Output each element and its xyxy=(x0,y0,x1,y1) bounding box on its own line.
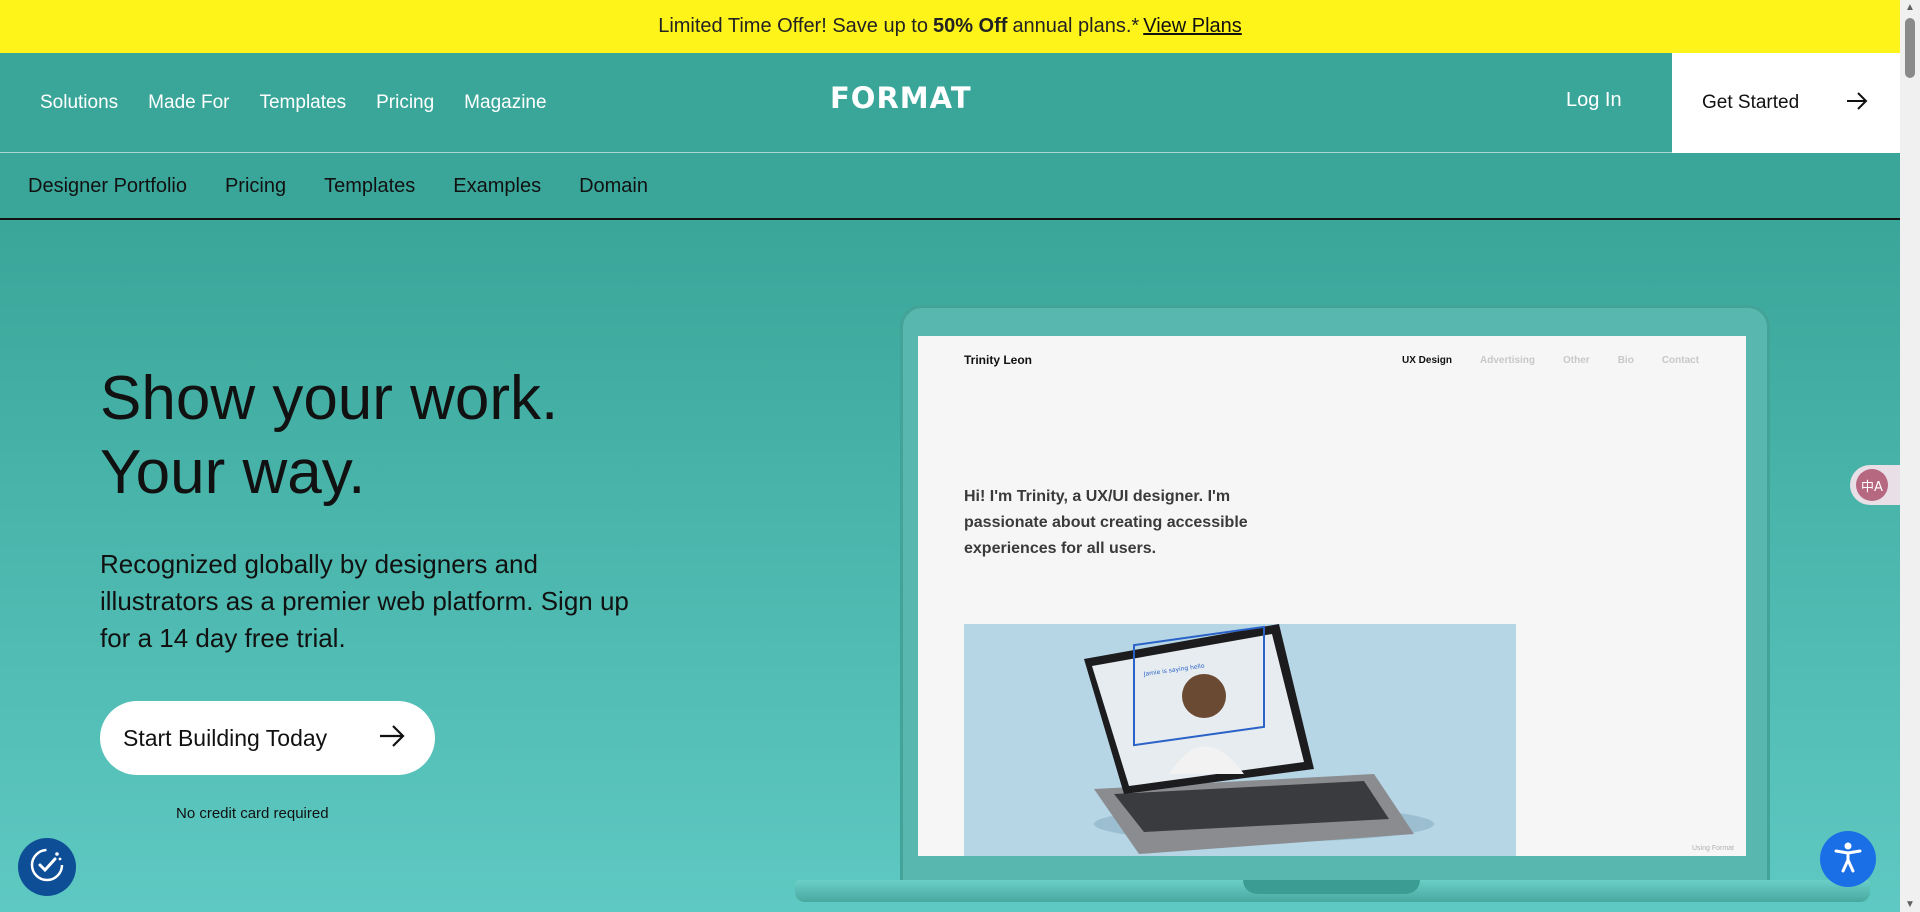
promo-text-after: annual plans.* xyxy=(1012,15,1140,37)
start-building-button[interactable]: Start Building Today xyxy=(100,701,435,775)
arrow-right-icon xyxy=(1846,89,1868,117)
page-scrollbar[interactable]: ▲ ▼ xyxy=(1900,0,1920,912)
login-link[interactable]: Log In xyxy=(1566,89,1622,112)
no-credit-card-note: No credit card required xyxy=(176,805,329,822)
subnav-examples[interactable]: Examples xyxy=(453,175,541,198)
get-started-label: Get Started xyxy=(1702,92,1800,113)
consent-check-icon xyxy=(27,845,67,890)
subnav-domain[interactable]: Domain xyxy=(579,175,648,198)
portfolio-nav-item: Other xyxy=(1563,355,1590,366)
portfolio-project-image: Jamie is saying hello xyxy=(964,624,1516,856)
portfolio-name: Trinity Leon xyxy=(964,353,1033,367)
scroll-up-arrow-icon[interactable]: ▲ xyxy=(1905,2,1915,13)
format-logo[interactable]: FORMAT xyxy=(830,81,972,115)
view-plans-link[interactable]: View Plans xyxy=(1143,15,1242,38)
cookie-consent-button[interactable] xyxy=(18,838,76,896)
subnav-designer-portfolio[interactable]: Designer Portfolio xyxy=(28,175,187,198)
nav-made-for[interactable]: Made For xyxy=(148,92,229,114)
laptop-photo-illustration: Jamie is saying hello xyxy=(1084,624,1434,854)
nav-magazine[interactable]: Magazine xyxy=(464,92,546,114)
portfolio-nav-item: Contact xyxy=(1661,355,1700,366)
hero-title: Show your work. Your way. xyxy=(100,362,558,510)
accessibility-icon xyxy=(1831,840,1865,879)
get-started-button[interactable]: Get Started xyxy=(1672,53,1900,153)
main-nav: Solutions Made For Templates Pricing Mag… xyxy=(40,53,547,153)
promo-discount: 50% Off xyxy=(932,15,1008,37)
start-building-label: Start Building Today xyxy=(123,724,328,751)
laptop-notch xyxy=(1243,880,1420,894)
portfolio-preview-screen: Trinity Leon UX Design Advertising Other… xyxy=(918,336,1746,856)
portfolio-intro: Hi! I'm Trinity, a UX/UI designer. I'm p… xyxy=(964,488,1248,557)
nav-templates[interactable]: Templates xyxy=(259,92,346,114)
portfolio-nav-item: UX Design xyxy=(1402,355,1453,366)
main-header: Solutions Made For Templates Pricing Mag… xyxy=(0,53,1900,153)
hero-title-line1: Show your work. xyxy=(100,364,559,433)
subnav-pricing[interactable]: Pricing xyxy=(225,175,286,198)
scroll-thumb[interactable] xyxy=(1905,18,1915,78)
sub-nav: Designer Portfolio Pricing Templates Exa… xyxy=(0,154,1900,220)
hero-title-line2: Your way. xyxy=(100,438,366,507)
scroll-down-arrow-icon[interactable]: ▼ xyxy=(1905,899,1915,910)
promo-banner: Limited Time Offer! Save up to 50% Off a… xyxy=(0,0,1900,53)
subnav-templates[interactable]: Templates xyxy=(324,175,415,198)
portfolio-nav-item: Bio xyxy=(1617,355,1634,366)
portfolio-nav-item: Advertising xyxy=(1480,355,1536,366)
translate-icon: 中A xyxy=(1856,469,1888,501)
portfolio-nav: UX Design Advertising Other Bio Contact xyxy=(1402,355,1699,366)
accessibility-button[interactable] xyxy=(1820,831,1876,887)
nav-pricing[interactable]: Pricing xyxy=(376,92,434,114)
promo-text: Limited Time Offer! Save up to xyxy=(658,15,928,37)
hero-description: Recognized globally by designers and ill… xyxy=(100,549,629,653)
translate-widget[interactable]: 中A xyxy=(1850,465,1900,505)
arrow-right-icon xyxy=(379,722,405,754)
nav-solutions[interactable]: Solutions xyxy=(40,92,118,114)
portfolio-watermark: Using Format xyxy=(1691,845,1734,852)
